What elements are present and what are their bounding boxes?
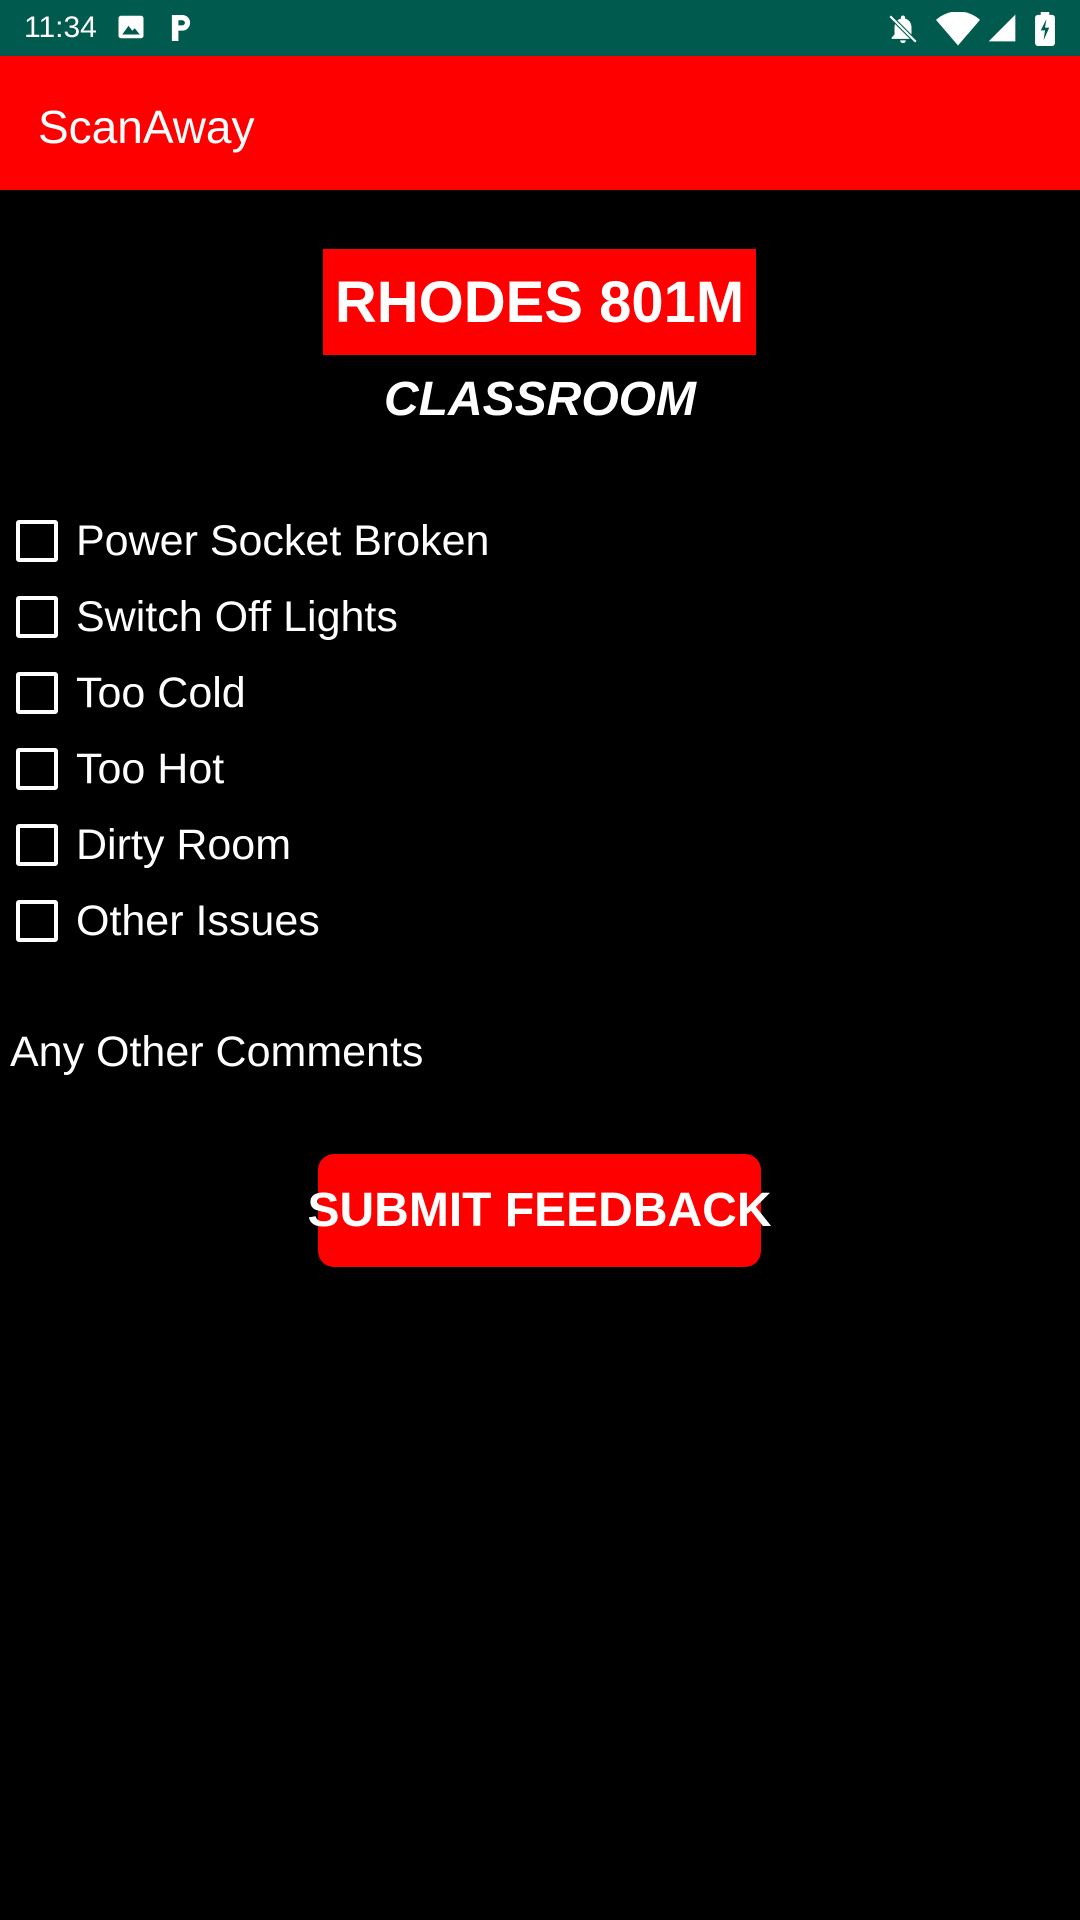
- checkbox[interactable]: [16, 520, 58, 562]
- parking-p-icon: [168, 12, 194, 49]
- app-bar: ScanAway: [0, 56, 1080, 190]
- signal-icon: [986, 12, 1018, 49]
- issue-label: Dirty Room: [76, 821, 292, 869]
- status-time: 11:34: [24, 11, 97, 44]
- checkbox[interactable]: [16, 596, 58, 638]
- notifications-off-icon: [886, 12, 920, 51]
- issue-power-socket-broken[interactable]: Power Socket Broken: [0, 503, 700, 579]
- issue-dirty-room[interactable]: Dirty Room: [0, 807, 700, 883]
- issue-too-hot[interactable]: Too Hot: [0, 731, 700, 807]
- status-bar: 11:34: [0, 0, 1080, 56]
- app-title: ScanAway: [38, 101, 255, 153]
- battery-charging-icon: [1034, 12, 1056, 51]
- room-name: RHODES 801M: [334, 269, 745, 335]
- issue-other-issues[interactable]: Other Issues: [0, 883, 700, 959]
- issue-switch-off-lights[interactable]: Switch Off Lights: [0, 579, 700, 655]
- image-icon: [116, 12, 146, 47]
- issue-label: Other Issues: [76, 897, 320, 945]
- comments-field[interactable]: Any Other Comments: [10, 1026, 423, 1078]
- room-name-banner: RHODES 801M: [323, 249, 756, 355]
- wifi-icon: [936, 11, 980, 51]
- issue-label: Power Socket Broken: [76, 517, 490, 565]
- issue-too-cold[interactable]: Too Cold: [0, 655, 700, 731]
- issue-label: Switch Off Lights: [76, 593, 398, 641]
- issue-label: Too Cold: [76, 669, 246, 717]
- room-type: CLASSROOM: [384, 373, 696, 426]
- checkbox[interactable]: [16, 748, 58, 790]
- checkbox[interactable]: [16, 824, 58, 866]
- issue-label: Too Hot: [76, 745, 225, 793]
- submit-feedback-button[interactable]: SUBMIT FEEDBACK: [308, 1154, 772, 1267]
- checkbox[interactable]: [16, 900, 58, 942]
- checkbox[interactable]: [16, 672, 58, 714]
